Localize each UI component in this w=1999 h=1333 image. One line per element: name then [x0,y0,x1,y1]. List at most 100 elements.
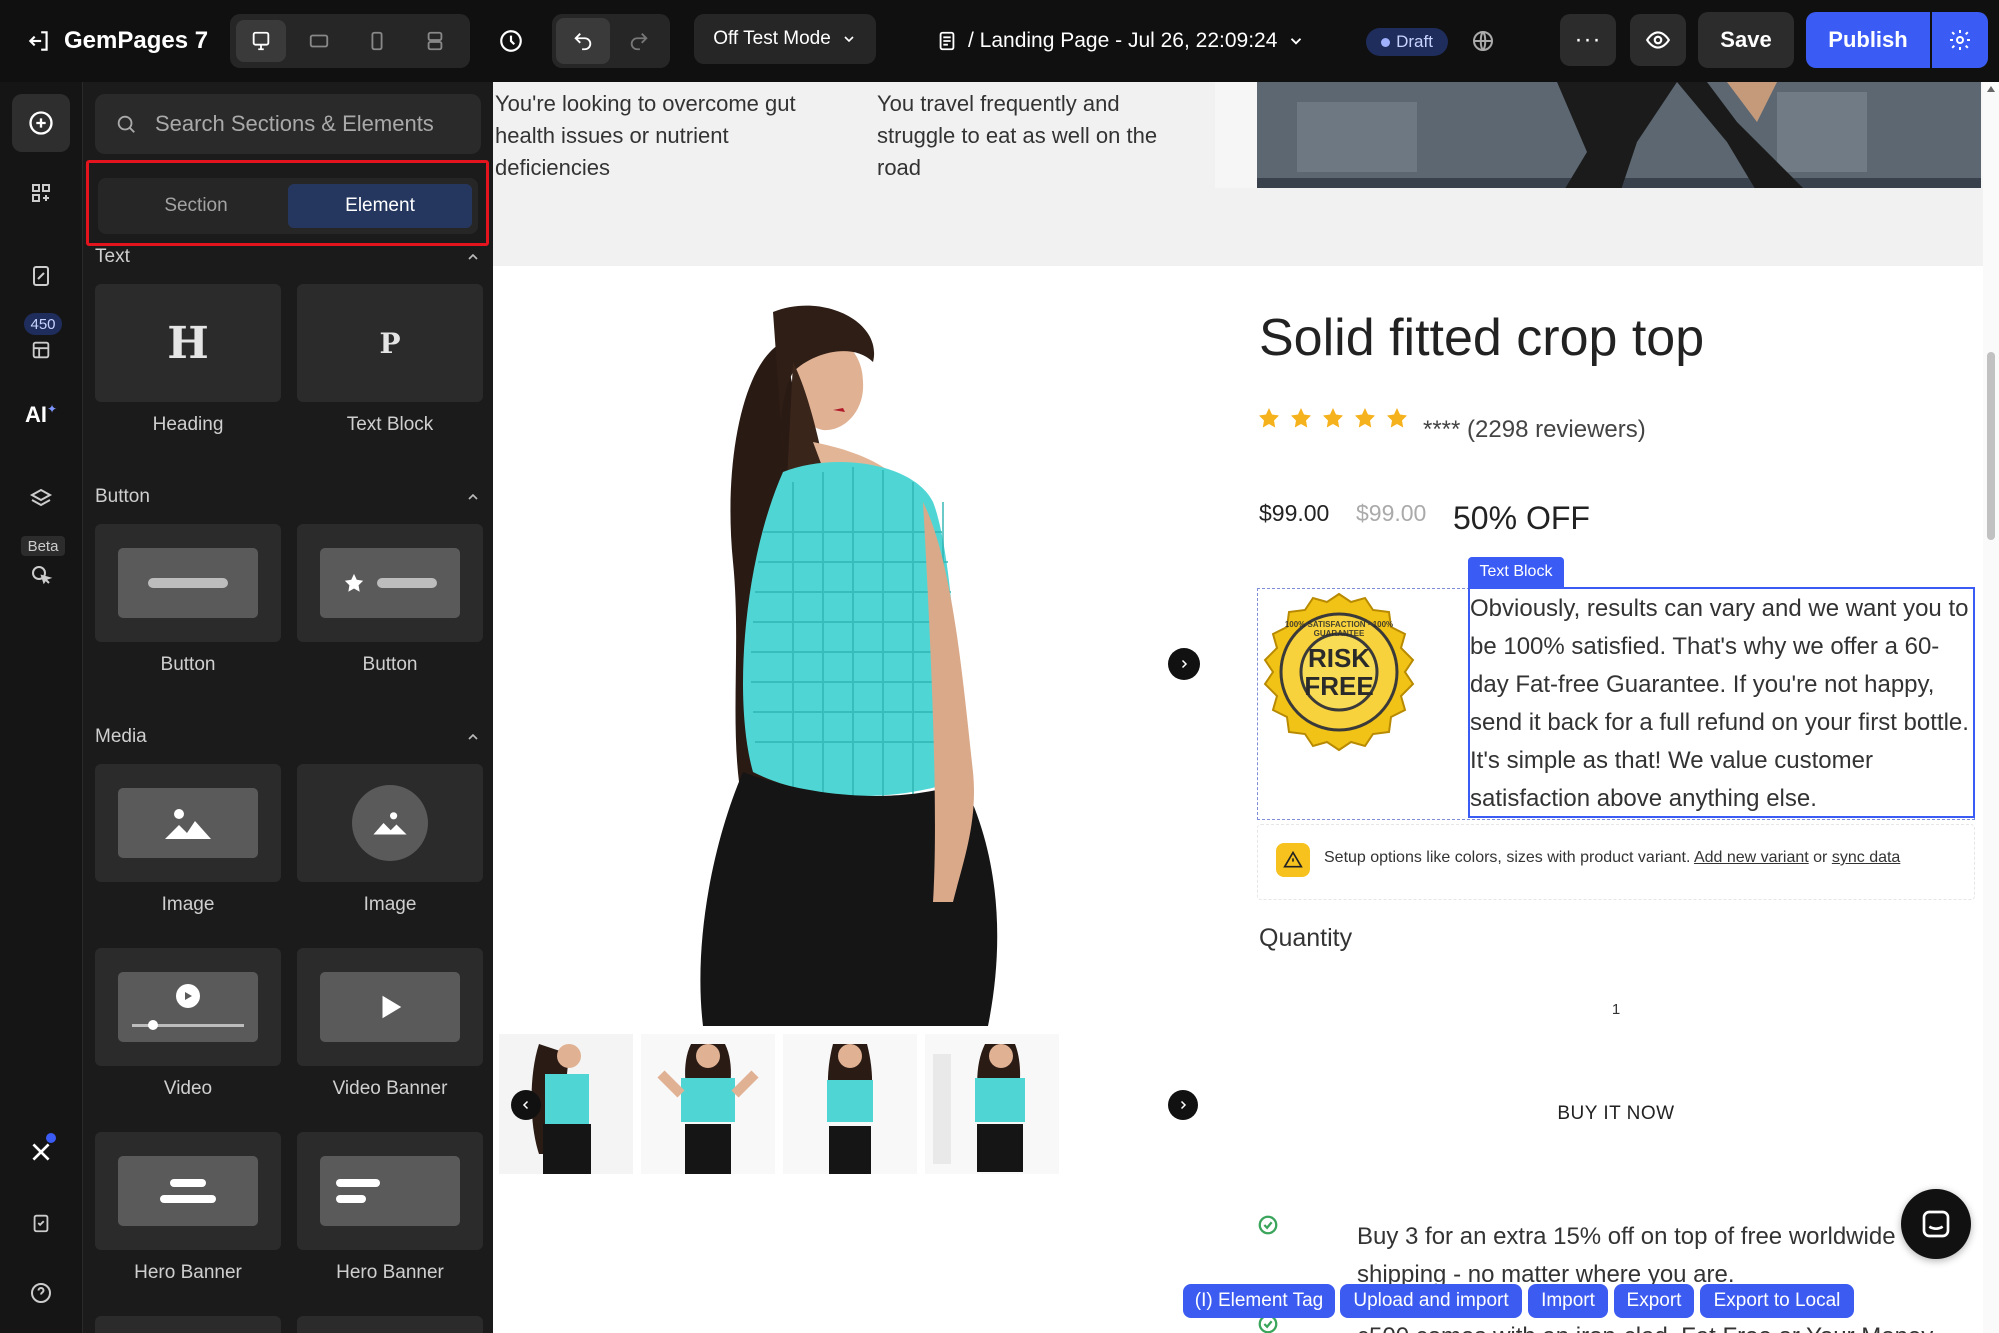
next-arrow-icon[interactable] [1168,648,1200,680]
compare-price[interactable]: $99.00 [1356,500,1426,527]
x-integration-icon[interactable] [12,1123,70,1181]
benefit-text[interactable]: c500 comes with an iron-clad, Fat Free o… [1357,1318,1957,1333]
text-block-tag[interactable]: Text Block [1468,557,1564,587]
tab-element[interactable]: Element [288,184,472,228]
product-title[interactable]: Solid fitted crop top [1259,308,1704,368]
warning-icon [1276,843,1310,877]
star-rating[interactable] [1257,406,1409,430]
mobile-icon[interactable] [352,20,402,62]
text-block-label: Text Block [346,414,434,435]
product-main-image[interactable] [493,302,1215,1026]
quantity-input[interactable]: 1 [1257,968,1975,1050]
chevron-down-icon [844,36,854,43]
chat-launcher-icon[interactable] [1901,1189,1971,1259]
buy-now-button[interactable]: BUY IT NOW [1257,1082,1975,1146]
test-mode-dropdown[interactable]: Off Test Mode [694,14,876,64]
star-icon [1291,408,1311,428]
sync-data-link[interactable]: sync data [1832,849,1900,866]
import-button[interactable]: Import [1528,1284,1608,1318]
tab-section[interactable]: Section [104,184,288,228]
preview-eye-icon[interactable] [1630,14,1686,66]
problem-text[interactable]: You're looking to overcome gut health is… [495,88,825,184]
category-button[interactable]: Button [95,486,481,508]
history-icon[interactable] [492,22,530,60]
thumbnail[interactable] [925,1034,1059,1174]
hero-banner-card[interactable] [95,1132,281,1250]
quantity-label: Quantity [1259,924,1353,952]
responsive-icon[interactable] [410,20,460,62]
image-circle-card[interactable] [297,764,483,882]
icon-button-preview-icon [320,548,460,618]
globe-icon[interactable] [1464,22,1502,60]
heading-label: Heading [152,414,224,435]
chevron-up-icon [468,493,478,500]
export-button[interactable]: Export [1614,1284,1694,1318]
icon-button-card[interactable] [297,524,483,642]
exit-icon[interactable] [22,24,56,58]
next-thumb-arrow-icon[interactable] [1168,1090,1198,1120]
export-local-button[interactable]: Export to Local [1700,1284,1854,1318]
notice-text: Setup options like colors, sizes with pr… [1324,849,1691,866]
product-price[interactable]: $99.00 [1259,500,1329,527]
interaction-cursor-icon[interactable] [12,552,70,598]
tablet-landscape-icon[interactable] [294,20,344,62]
image-icon [118,788,258,858]
save-button[interactable]: Save [1698,12,1794,68]
add-element-icon[interactable] [12,94,70,152]
notification-dot [46,1133,56,1143]
thumbnail[interactable] [783,1034,917,1174]
hero-banner-left-card[interactable] [297,1132,483,1250]
benefit-text[interactable]: Buy 3 for an extra 15% off on top of fre… [1357,1218,1917,1294]
button-card[interactable] [95,524,281,642]
publish-settings-gear-icon[interactable] [1932,12,1988,68]
ai-icon[interactable]: AI ✦ [12,386,70,444]
status-dot [1381,37,1391,47]
hero-banner-left-icon [320,1156,460,1226]
star-icon [1355,408,1375,428]
search-input[interactable]: Search Sections & Elements [95,94,481,154]
upload-import-button[interactable]: Upload and import [1340,1284,1522,1318]
video-card[interactable] [95,948,281,1066]
add-new-variant-link[interactable]: Add new variant [1694,849,1809,866]
or-text: or [1813,849,1828,866]
more-options-icon[interactable]: ··· [1560,14,1616,66]
app-logo[interactable]: GemPages 7 [64,20,208,62]
heading-card[interactable]: H [95,284,281,402]
canvas-scrollbar[interactable] [1983,82,1999,1333]
templates-icon[interactable] [12,327,70,373]
top-toolbar: GemPages 7 Off Test Mode / Landing Page … [0,0,1999,82]
help-icon[interactable] [12,1264,70,1322]
more-card[interactable] [297,1316,483,1333]
prev-thumb-arrow-icon[interactable] [511,1090,541,1120]
apps-grid-icon[interactable] [12,164,70,222]
desktop-icon[interactable] [236,20,286,62]
layers-icon[interactable] [12,470,70,528]
problem-text[interactable]: You travel frequently and struggle to ea… [877,88,1197,184]
guarantee-text[interactable]: Obviously, results can vary and we want … [1470,590,1970,818]
undo-redo-group [552,14,670,68]
page-settings-icon[interactable] [12,247,70,305]
publish-button[interactable]: Publish [1806,12,1930,68]
risk-free-seal[interactable]: RISK FREE 100% SATISFACTION · 100% GUARA… [1259,592,1419,752]
draft-status-badge: Draft [1366,28,1448,56]
thumbnail[interactable] [641,1034,775,1174]
hero-banner-label: Hero Banner [134,1262,242,1283]
category-media[interactable]: Media [95,726,481,748]
redo-icon[interactable] [612,18,666,64]
more-card[interactable] [95,1316,281,1333]
undo-icon[interactable] [556,18,610,64]
elements-panel: Search Sections & Elements Section Eleme… [83,82,493,1333]
discount-badge[interactable]: 50% OFF [1453,500,1590,537]
text-block-card[interactable]: P [297,284,483,402]
category-text[interactable]: Text [95,246,481,268]
element-tag-button[interactable]: (I) Element Tag [1183,1284,1335,1318]
video-banner-card[interactable] [297,948,483,1066]
scroll-up-icon[interactable] [1987,86,1995,92]
device-switcher [230,14,470,68]
image-card[interactable] [95,764,281,882]
page-selector[interactable]: / Landing Page - Jul 26, 22:09:24 [936,22,1305,60]
scrollbar-thumb[interactable] [1987,352,1995,540]
chevron-up-icon [468,253,478,260]
search-icon [117,115,135,133]
checklist-icon[interactable] [12,1194,70,1252]
